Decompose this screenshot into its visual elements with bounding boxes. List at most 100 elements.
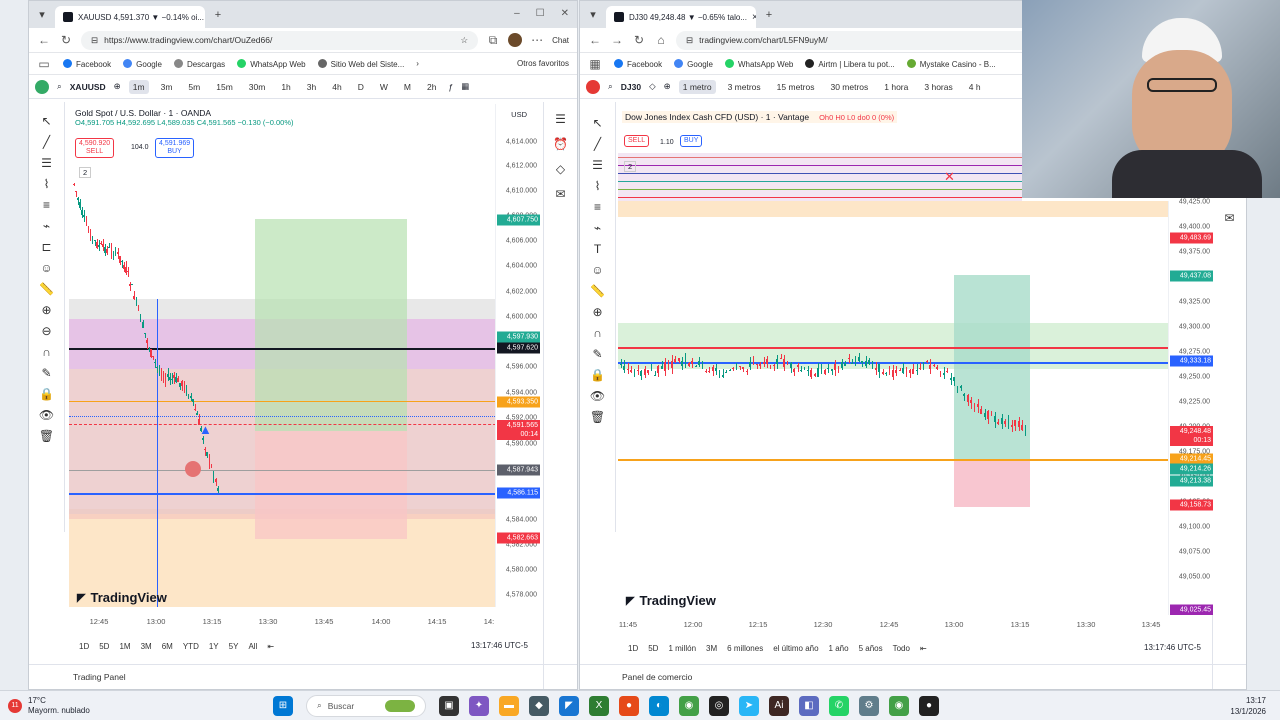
period-5y[interactable]: 5 años [859,644,883,653]
bookmark-mystake[interactable]: Mystake Casino - B... [906,58,996,69]
bookmark-google[interactable]: Google [123,58,162,69]
chevron-right-icon[interactable]: › [416,59,419,68]
period-1m[interactable]: 1M [119,642,130,651]
sell-button[interactable]: 4,590.920 SELL [75,138,115,158]
avatar[interactable] [508,33,523,47]
buy-button[interactable]: 4,591.969 BUY [155,138,195,158]
interval-5m[interactable]: 5m [184,80,204,94]
sell-button[interactable]: SELL [624,135,650,147]
bookmark-sitio[interactable]: Sitio Web del Siste... [317,58,404,69]
browser-tab[interactable]: DJ30 49,248.48 ▼ −0.65% talo... × [606,6,756,28]
interval-4h[interactable]: 4 h [965,80,985,94]
site-info-icon[interactable]: ⊟ [686,35,693,46]
app-icon[interactable]: ◆ [529,695,549,716]
github-icon[interactable]: ◎ [709,695,729,716]
interval-4h[interactable]: 4h [328,80,345,94]
buy-button[interactable]: BUY [680,135,703,147]
interval-3m[interactable]: 3m [157,80,177,94]
close-window-icon[interactable]: ✕ [561,8,569,19]
interval-30m[interactable]: 30m [245,80,270,94]
period-5y[interactable]: 5Y [229,642,239,651]
obs-icon[interactable]: ● [919,695,939,716]
tab-icon[interactable]: ▭ [37,57,51,71]
bookmark-descargas[interactable]: Descargas [173,58,225,69]
telegram-icon[interactable]: ➤ [739,695,759,716]
minimize-icon[interactable]: – [514,8,520,19]
interval-w[interactable]: W [376,80,392,94]
bookmark-facebook[interactable]: Facebook [614,58,662,69]
weather-widget[interactable]: 11 17°C Mayorm. nublado [8,696,268,716]
interval-1h[interactable]: 1h [277,80,294,94]
chat-icon[interactable]: ✉ [555,187,565,201]
system-clock[interactable]: 13:17 13/1/2026 [1230,695,1266,717]
bookmark-facebook[interactable]: Facebook [63,58,111,69]
ruler-icon[interactable]: 📏 [590,284,605,298]
indicators-icon[interactable]: ƒ [448,82,453,92]
interval-d[interactable]: D [354,80,368,94]
start-icon[interactable]: ⊞ [273,695,293,716]
bookmark-whatsapp[interactable]: WhatsApp Web [724,58,793,69]
period-1d[interactable]: 1D [628,644,638,653]
search-input[interactable]: ⌕ Buscar [306,694,426,717]
emoji-icon[interactable]: ☺ [591,263,603,277]
back-icon[interactable]: ← [588,33,602,47]
interval-15m[interactable]: 15 metros [773,80,819,94]
trash-icon[interactable]: 🗑 [39,429,54,443]
clock[interactable]: 13:17:46 UTC-5 [1144,643,1201,652]
period-1y[interactable]: 1Y [209,642,219,651]
cursor-icon[interactable]: ↖ [592,116,602,130]
period-1d[interactable]: 1D [79,642,89,651]
eye-icon[interactable]: 👁 [590,389,605,403]
interval-2h[interactable]: 2h [423,80,440,94]
apps-icon[interactable]: ▦ [588,57,602,71]
period-1y[interactable]: 1 año [829,644,849,653]
excel-icon[interactable]: X [589,695,609,716]
lock-icon[interactable]: 🔒 [39,387,54,401]
chat-button[interactable]: Chat [552,36,569,45]
lock-drawings-icon[interactable]: ✎ [592,347,602,361]
symbol-search[interactable]: DJ30 [621,82,641,92]
reload-icon[interactable]: ↻ [632,33,646,47]
maximize-icon[interactable]: ☐ [536,8,545,19]
chart-type-icon[interactable]: ◇ [649,81,656,92]
bookmark-google[interactable]: Google [674,58,713,69]
chrome2-icon[interactable]: ◉ [889,695,909,716]
new-tab-icon[interactable]: + [211,9,225,21]
settings-icon[interactable]: ⚙ [859,695,879,716]
text-icon[interactable]: T [594,242,601,256]
collections-icon[interactable]: ⧉ [486,33,500,48]
new-tab-icon[interactable]: + [762,9,776,21]
fib-icon[interactable]: ☰ [592,158,603,172]
task-view-icon[interactable]: ▣ [439,695,459,716]
interval-1m[interactable]: 1m [128,79,149,94]
chat-icon[interactable]: ✉ [1224,211,1234,225]
projection-icon[interactable]: ≡ [43,198,50,212]
eye-icon[interactable]: 👁 [39,408,54,422]
clock[interactable]: 13:17:46 UTC-5 [471,641,528,650]
reload-icon[interactable]: ↻ [59,33,73,47]
tab-actions-icon[interactable]: ▾ [586,8,600,21]
text-icon[interactable]: ⊏ [41,240,51,254]
trendline-icon[interactable]: ╱ [594,137,601,151]
trendline-icon[interactable]: ╱ [43,135,50,149]
app2-icon[interactable]: ◧ [799,695,819,716]
cursor-icon[interactable]: ↖ [41,114,51,128]
close-tab-icon[interactable]: × [752,12,756,23]
projection-icon[interactable]: ≡ [594,200,601,214]
search-icon[interactable]: ⌕ [57,81,62,92]
site-info-icon[interactable]: ⊟ [91,35,98,46]
search-icon[interactable]: ⌕ [608,81,613,92]
bookmark-whatsapp[interactable]: WhatsApp Web [237,58,306,69]
more-icon[interactable]: ⋯ [530,33,544,47]
trading-panel[interactable]: Panel de comercio [580,664,1246,689]
date-range-icon[interactable]: ⇤ [267,642,274,651]
period-5d[interactable]: 5D [99,642,109,651]
chrome-icon[interactable]: ◉ [679,695,699,716]
period-ytd[interactable]: YTD [183,642,199,651]
period-3m[interactable]: 3M [706,644,717,653]
copilot-icon[interactable]: ✦ [469,695,489,716]
illustrator-icon[interactable]: Ai [769,695,789,716]
symbol-search[interactable]: XAUUSD [70,82,106,92]
zoom-in-icon[interactable]: ⊕ [592,305,602,319]
fib-icon[interactable]: ☰ [41,156,52,170]
